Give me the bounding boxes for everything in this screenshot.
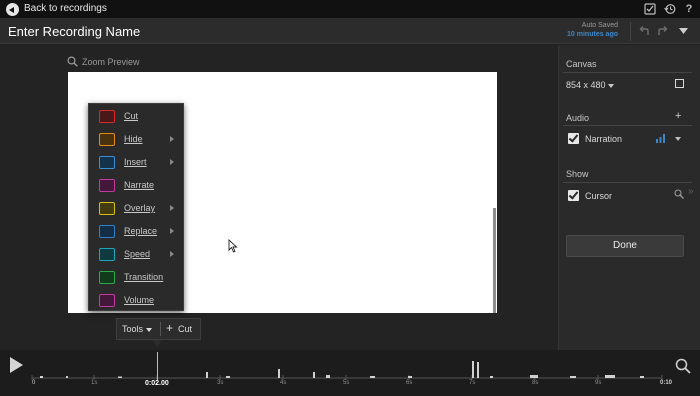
back-arrow-icon[interactable] — [6, 3, 19, 16]
timeline-tick-label: 5s — [343, 380, 350, 386]
help-icon[interactable]: ? — [683, 3, 695, 15]
menu-item-speed[interactable]: Speed — [89, 244, 185, 267]
transition-icon — [99, 271, 115, 284]
overlay-icon — [99, 202, 115, 215]
cursor-checkbox[interactable] — [568, 190, 579, 201]
zoom-preview-label[interactable]: Zoom Preview — [82, 57, 140, 67]
canvas-section-title: Canvas — [566, 59, 597, 69]
menu-item-hide[interactable]: Hide — [89, 129, 185, 152]
tools-button[interactable]: Tools — [122, 324, 143, 334]
playhead-time-label: 0:02.00 — [145, 380, 169, 387]
menu-item-label: Speed — [124, 249, 151, 259]
timeline-tick-label: 8s — [532, 380, 539, 386]
menu-item-label: Insert — [124, 157, 147, 167]
add-cut-plus-icon[interactable]: + — [166, 321, 173, 335]
menu-item-label: Narrate — [124, 180, 155, 190]
narration-caret-icon[interactable] — [675, 137, 681, 141]
insert-icon — [99, 156, 115, 169]
canvas-scrollbar[interactable] — [493, 208, 496, 313]
title-menu-caret-icon[interactable] — [679, 28, 688, 35]
timeline-end-label: 0:10 — [660, 380, 673, 386]
menu-item-replace[interactable]: Replace — [89, 221, 185, 244]
speed-icon — [99, 248, 115, 261]
done-button[interactable]: Done — [566, 235, 684, 257]
add-audio-icon[interactable]: + — [675, 110, 681, 122]
timeline-tick-label: 4s — [280, 380, 287, 386]
menu-item-label: Cut — [124, 111, 139, 121]
show-section-title: Show — [566, 169, 589, 179]
back-to-recordings-link[interactable]: Back to recordings — [24, 3, 107, 14]
menu-item-insert[interactable]: Insert — [89, 152, 185, 175]
timeline-tick-label: 1s — [91, 380, 98, 386]
audio-section-title: Audio — [566, 113, 590, 123]
audio-section-rule — [563, 125, 692, 126]
task-icon[interactable] — [644, 3, 656, 15]
title-divider — [630, 22, 631, 41]
audio-level-icon — [656, 134, 665, 143]
redo-icon[interactable] — [657, 26, 669, 37]
menu-item-narrate[interactable]: Narrate — [89, 175, 185, 198]
tools-caret-icon[interactable] — [146, 328, 152, 332]
undo-icon[interactable] — [638, 26, 650, 37]
cursor-settings-icon[interactable] — [674, 189, 684, 199]
replace-icon — [99, 225, 115, 238]
zoom-preview-icon[interactable] — [67, 56, 78, 67]
canvas-size-caret-icon[interactable] — [608, 84, 614, 88]
timeline-start-label: 0 — [32, 380, 36, 386]
volume-icon — [99, 294, 115, 307]
menu-item-label: Transition — [124, 272, 164, 282]
expand-panel-chevron-icon[interactable]: » — [688, 186, 694, 197]
timeline-tick-label: 7s — [469, 380, 476, 386]
autosave-time: 10 minutes ago — [567, 31, 618, 38]
show-section-rule — [563, 182, 692, 183]
playhead[interactable] — [157, 352, 158, 380]
submenu-arrow-icon — [170, 205, 174, 211]
play-icon[interactable] — [10, 357, 23, 373]
canvas-size-dropdown[interactable]: 854 x 480 — [566, 80, 606, 90]
menu-item-cut[interactable]: Cut — [89, 106, 185, 129]
narrate-icon — [99, 179, 115, 192]
timeline-tick-label: 3s — [217, 380, 224, 386]
timeline-zoom-icon[interactable] — [675, 358, 691, 374]
canvas-section-rule — [563, 72, 692, 73]
submenu-arrow-icon — [170, 159, 174, 165]
narration-label: Narration — [585, 134, 623, 144]
add-cut-button[interactable]: Cut — [178, 324, 192, 334]
tools-pointer — [152, 340, 162, 347]
menu-item-label: Volume — [124, 295, 155, 305]
tools-menu: Cut Hide Insert Narrate Overlay Replace … — [88, 103, 184, 311]
hide-icon — [99, 133, 115, 146]
menu-item-overlay[interactable]: Overlay — [89, 198, 185, 221]
menu-item-label: Overlay — [124, 203, 156, 213]
tools-separator — [160, 322, 161, 336]
cursor-label: Cursor — [585, 191, 613, 201]
recording-title-input[interactable]: Enter Recording Name — [8, 24, 140, 39]
cut-icon — [99, 110, 115, 123]
autosave-label: Auto Saved — [581, 22, 618, 29]
menu-item-label: Replace — [124, 226, 158, 236]
canvas-checkbox[interactable] — [675, 79, 684, 88]
submenu-arrow-icon — [170, 251, 174, 257]
audio-waveform — [40, 361, 644, 378]
timeline-waveform[interactable] — [30, 352, 670, 396]
history-icon[interactable] — [664, 3, 676, 15]
menu-item-volume[interactable]: Volume — [89, 290, 185, 313]
narration-checkbox[interactable] — [568, 133, 579, 144]
timeline-tick-label: 9s — [595, 380, 602, 386]
menu-item-transition[interactable]: Transition — [89, 267, 185, 290]
submenu-arrow-icon — [170, 228, 174, 234]
submenu-arrow-icon — [170, 136, 174, 142]
mouse-cursor-icon — [228, 239, 238, 253]
menu-item-label: Hide — [124, 134, 143, 144]
timeline-tick-label: 6s — [406, 380, 413, 386]
